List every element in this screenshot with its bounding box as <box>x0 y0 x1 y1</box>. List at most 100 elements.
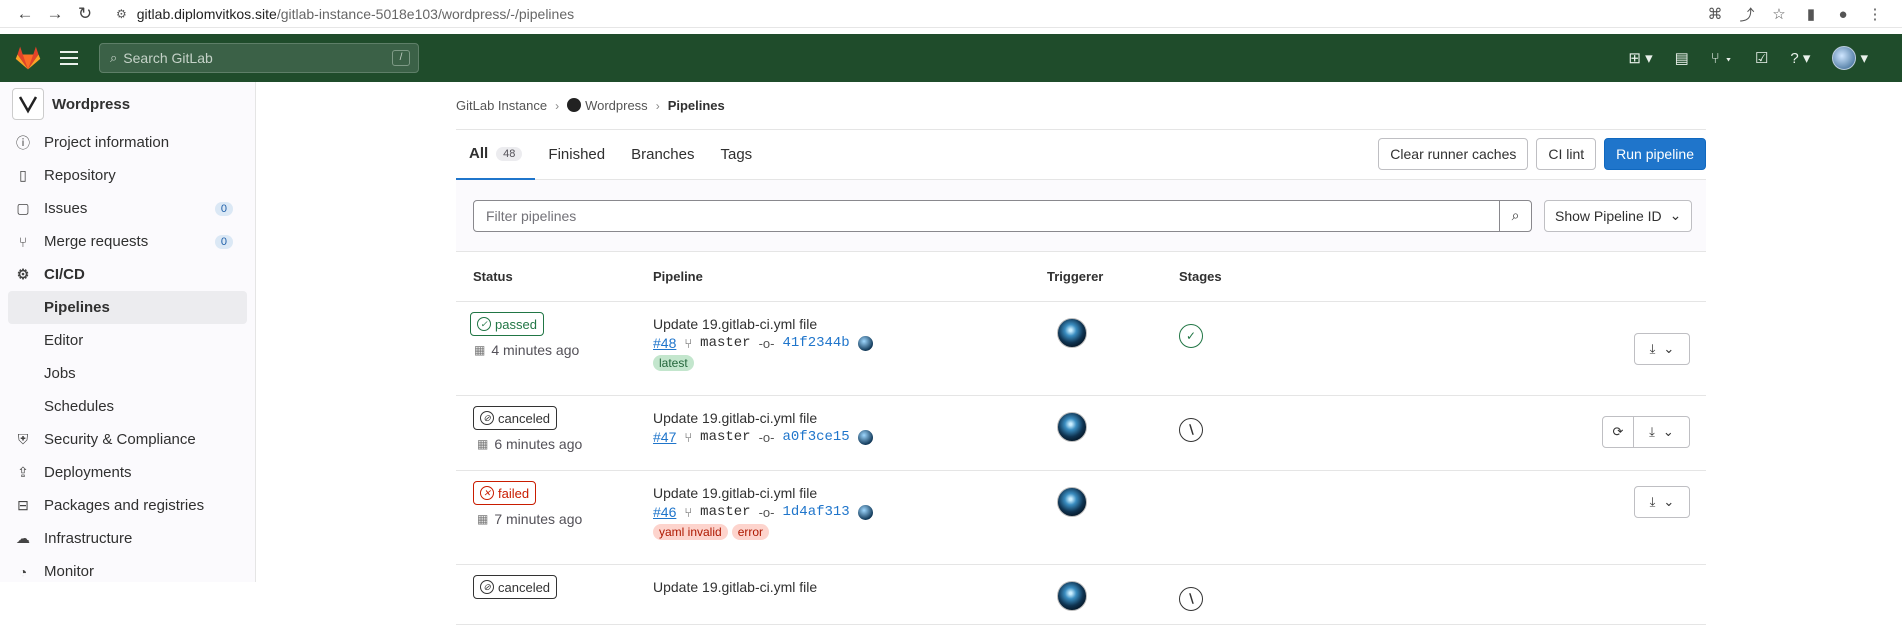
header-pipeline: Pipeline <box>653 269 703 284</box>
forward-icon[interactable]: → <box>40 2 70 26</box>
tab-branches[interactable]: Branches <box>618 130 707 180</box>
pipeline-id-link[interactable]: #46 <box>653 504 676 520</box>
retry-icon: ⟳ <box>1612 424 1624 439</box>
sidebar-subitem-schedules[interactable]: Schedules <box>0 390 255 423</box>
header-triggerer: Triggerer <box>1047 269 1104 284</box>
download-artifacts-button[interactable]: ⤓ ⌄ <box>1634 486 1690 518</box>
translate-icon[interactable]: ⌘ <box>1702 2 1728 26</box>
chevron-down-icon: ⌄ <box>1662 424 1674 439</box>
reload-icon[interactable]: ↻ <box>70 2 100 26</box>
tab-all[interactable]: All 48 <box>456 130 536 180</box>
bookmark-star-icon[interactable]: ☆ <box>1766 2 1792 26</box>
sidebar-item-label: Issues <box>44 200 88 217</box>
stage-canceled-icon[interactable]: ∖ <box>1179 587 1203 611</box>
shield-icon: ⛨ <box>17 431 29 447</box>
info-icon: ⓘ <box>16 134 30 151</box>
filter-bar: Filter pipelines ⌕ Show Pipeline ID ⌄ <box>456 180 1706 252</box>
sidebar-item-label: Packages and registries <box>44 497 205 514</box>
breadcrumb: GitLab Instance › Wordpress › Pipelines <box>456 82 1706 130</box>
sidebar-item-security[interactable]: ⛨ Security & Compliance <box>0 423 255 456</box>
branch-name[interactable]: master <box>700 429 750 445</box>
create-new-button[interactable]: ⊞ ▾ <box>1628 49 1652 67</box>
branch-name[interactable]: master <box>700 504 750 520</box>
profile-icon[interactable]: ● <box>1830 2 1856 26</box>
sidebar-item-label: Merge requests <box>44 233 149 250</box>
triggerer-avatar[interactable] <box>1057 318 1087 348</box>
sidebar-item-label: Monitor <box>44 563 95 580</box>
sidebar-item-issues[interactable]: ▢ Issues 0 <box>0 192 255 225</box>
menu-kebab-icon[interactable]: ⋮ <box>1862 2 1888 26</box>
retry-button[interactable]: ⟳ <box>1602 416 1634 448</box>
search-icon[interactable]: ⌕ <box>1499 200 1531 231</box>
sidebar-subitem-pipelines[interactable]: Pipelines <box>8 291 247 324</box>
calendar-icon: ▦ <box>477 512 489 526</box>
breadcrumb-root[interactable]: GitLab Instance <box>456 98 547 113</box>
tab-tags[interactable]: Tags <box>708 130 766 180</box>
sidebar-item-packages[interactable]: ⊟ Packages and registries <box>0 489 255 522</box>
gitlab-logo-icon[interactable] <box>14 44 42 72</box>
triggerer-avatar[interactable] <box>1057 581 1087 611</box>
todo-icon[interactable]: ☑ <box>1755 49 1768 67</box>
stage-canceled-icon[interactable]: ∖ <box>1179 418 1203 442</box>
user-menu-button[interactable]: ▾ <box>1832 46 1868 70</box>
branch-icon: ⑂ <box>684 429 693 445</box>
filter-pipelines-input[interactable]: Filter pipelines ⌕ <box>473 199 1532 232</box>
tab-finished[interactable]: Finished <box>535 130 618 180</box>
pipeline-title[interactable]: Update 19.gitlab-ci.yml file <box>653 579 1047 595</box>
rocket-icon: ⚙ <box>16 266 30 282</box>
status-badge[interactable]: ✓ passed <box>470 312 544 336</box>
sidebar-item-project-information[interactable]: ⓘ Project information <box>0 126 255 159</box>
chevron-right-icon: › <box>555 98 560 113</box>
triggerer-avatar[interactable] <box>1057 487 1087 517</box>
back-icon[interactable]: ← <box>10 2 40 26</box>
commit-sha-link[interactable]: 41f2344b <box>782 335 849 351</box>
merge-requests-count-badge: 0 <box>214 234 233 249</box>
sidebar-project-header[interactable]: Wordpress <box>0 82 255 126</box>
sidepanel-icon[interactable]: ▮ <box>1798 2 1824 26</box>
sidebar-item-infrastructure[interactable]: ☁ Infrastructure <box>0 522 255 555</box>
sidebar-item-monitor[interactable]: ◔ Monitor <box>0 555 255 588</box>
status-badge[interactable]: ✕ failed <box>473 481 537 505</box>
pipeline-title[interactable]: Update 19.gitlab-ci.yml file <box>653 485 1047 501</box>
site-info-icon[interactable]: ⚙ <box>116 7 127 21</box>
commit-sha-link[interactable]: a0f3ce15 <box>782 429 849 445</box>
breadcrumb-current[interactable]: Pipelines <box>668 98 725 113</box>
share-icon[interactable]: ⤴ <box>1734 2 1760 26</box>
triggerer-avatar[interactable] <box>1057 412 1087 442</box>
commit-sha-link[interactable]: 1d4af313 <box>782 504 849 520</box>
pipeline-id-link[interactable]: #48 <box>653 335 676 351</box>
download-artifacts-button[interactable]: ⤓ ⌄ <box>1634 416 1690 448</box>
issues-icon: ▢ <box>16 200 30 216</box>
breadcrumb-project[interactable]: Wordpress <box>567 98 648 113</box>
commit-author-avatar[interactable] <box>857 429 873 445</box>
branch-name[interactable]: master <box>700 335 750 351</box>
merge-requests-button[interactable]: ⑂ ▾ <box>1711 50 1733 67</box>
search-input[interactable]: ⌕ Search GitLab / <box>99 43 419 73</box>
status-badge[interactable]: ⊘ canceled <box>473 406 558 430</box>
issues-icon[interactable]: ▤ <box>1675 49 1689 67</box>
help-button[interactable]: ? ▾ <box>1790 49 1810 67</box>
run-pipeline-button[interactable]: Run pipeline <box>1604 138 1706 170</box>
sidebar-item-repository[interactable]: ▯ Repository <box>0 159 255 192</box>
address-bar[interactable]: gitlab.diplomvitkos.site/gitlab-instance… <box>137 6 574 22</box>
status-label: passed <box>495 316 537 332</box>
show-pipeline-id-dropdown[interactable]: Show Pipeline ID ⌄ <box>1544 199 1693 232</box>
status-badge[interactable]: ⊘ canceled <box>473 575 558 599</box>
sidebar-item-deployments[interactable]: ⇪ Deployments <box>0 456 255 489</box>
pipeline-title[interactable]: Update 19.gitlab-ci.yml file <box>653 316 1047 332</box>
sidebar-subitem-jobs[interactable]: Jobs <box>0 357 255 390</box>
sidebar-item-cicd[interactable]: ⚙ CI/CD <box>0 258 255 291</box>
commit-icon: -o- <box>758 335 775 351</box>
ci-lint-button[interactable]: CI lint <box>1536 138 1597 170</box>
pipeline-title[interactable]: Update 19.gitlab-ci.yml file <box>653 410 1047 426</box>
pipeline-id-link[interactable]: #47 <box>653 429 676 445</box>
download-artifacts-button[interactable]: ⤓ ⌄ <box>1634 333 1690 365</box>
clear-runner-caches-button[interactable]: Clear runner caches <box>1378 138 1529 170</box>
cancel-icon: ⊘ <box>480 411 494 425</box>
sidebar-subitem-editor[interactable]: Editor <box>0 324 255 357</box>
commit-author-avatar[interactable] <box>857 504 873 520</box>
stage-passed-icon[interactable]: ✓ <box>1179 324 1203 348</box>
sidebar-item-merge-requests[interactable]: ⑂ Merge requests 0 <box>0 225 255 258</box>
menu-hamburger-icon[interactable] <box>60 51 78 65</box>
commit-author-avatar[interactable] <box>857 335 873 351</box>
